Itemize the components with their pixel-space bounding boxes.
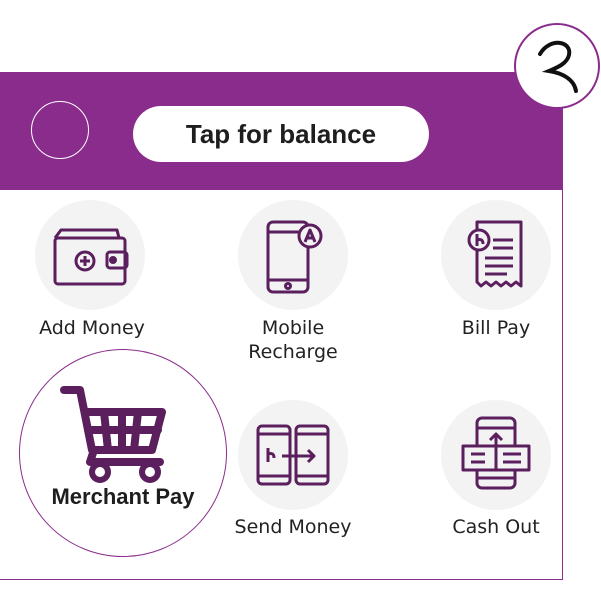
mobile-recharge-label-line2: Recharge bbox=[248, 341, 338, 363]
brand-logo-icon bbox=[538, 40, 578, 93]
add-money-icon-bg bbox=[35, 200, 145, 310]
cash-out-icon-bg bbox=[441, 400, 551, 510]
cash-out-icon bbox=[461, 416, 531, 490]
wallet-icon bbox=[53, 228, 129, 286]
merchant-pay-label: Merchant Pay bbox=[51, 484, 195, 509]
mobile-recharge-icon bbox=[266, 220, 323, 294]
send-money-icon-bg bbox=[238, 400, 348, 510]
send-money-icon bbox=[256, 424, 330, 486]
add-money-label: Add Money bbox=[39, 317, 145, 339]
merchant-pay-tile[interactable]: Merchant Pay bbox=[19, 349, 227, 557]
mobile-recharge-icon-bg bbox=[238, 200, 348, 310]
cash-out-label: Cash Out bbox=[452, 516, 540, 538]
shopping-cart-icon bbox=[60, 386, 166, 483]
brand-logo-badge bbox=[514, 23, 600, 109]
bill-pay-label: Bill Pay bbox=[461, 317, 531, 339]
bill-pay-icon-bg bbox=[441, 200, 551, 310]
profile-avatar[interactable] bbox=[31, 101, 89, 159]
send-money-label: Send Money bbox=[234, 516, 352, 538]
bill-receipt-icon bbox=[467, 220, 523, 288]
tap-for-balance-button[interactable]: Tap for balance bbox=[133, 106, 429, 162]
mobile-recharge-label-line1: Mobile bbox=[261, 317, 325, 339]
